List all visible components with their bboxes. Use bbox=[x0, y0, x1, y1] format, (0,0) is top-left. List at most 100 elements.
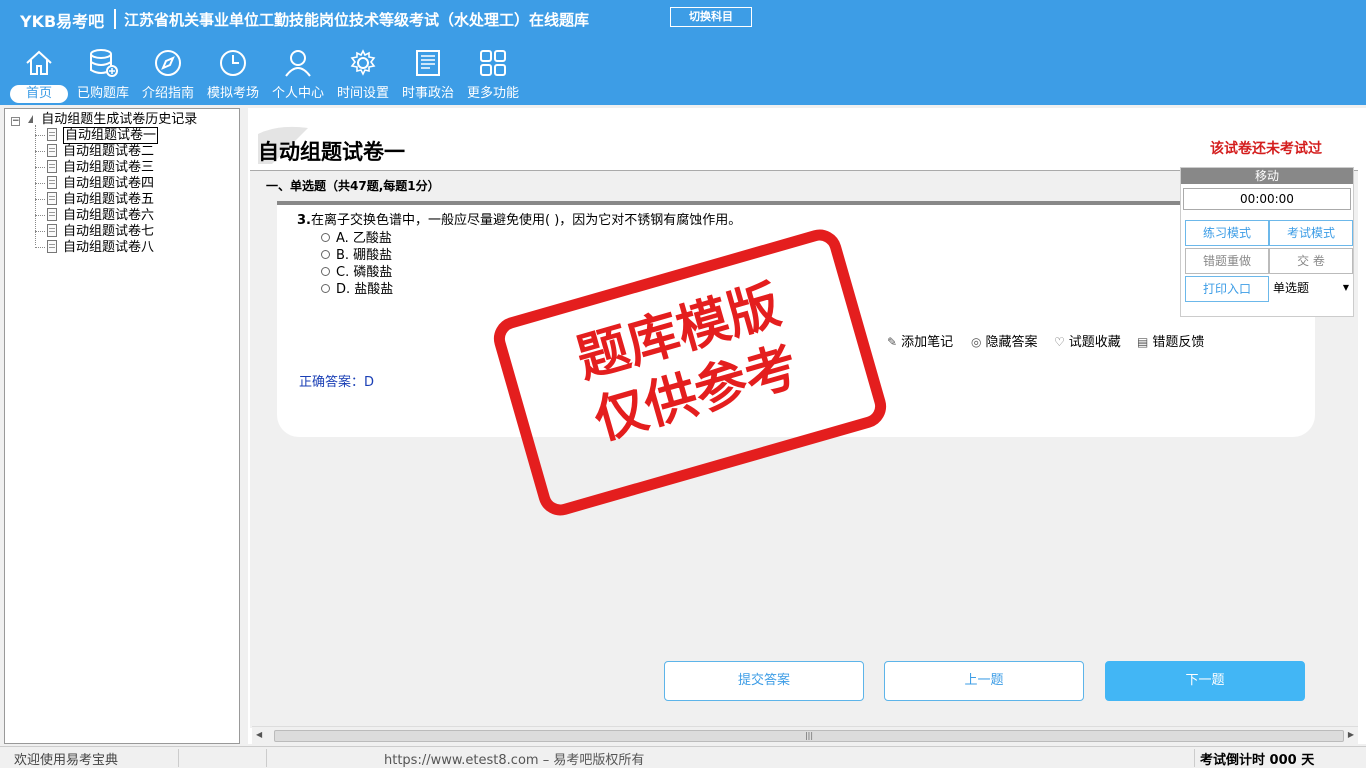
nav-time-settings[interactable]: 时间设置 bbox=[332, 48, 394, 106]
tree-branch bbox=[35, 231, 45, 232]
nav-mock-exam[interactable]: 模拟考场 bbox=[202, 48, 264, 106]
brand-separator bbox=[114, 9, 116, 29]
redo-wrong-button[interactable]: 错题重做 bbox=[1185, 248, 1269, 274]
feedback-icon: ▤ bbox=[1137, 335, 1149, 349]
nav-home[interactable]: 首页 bbox=[8, 48, 70, 106]
tree-item-label: 自动组题试卷四 bbox=[63, 176, 155, 191]
exam-countdown: 考试倒计时 000 天 bbox=[1200, 753, 1315, 768]
tree-item[interactable]: 自动组题试卷八 bbox=[47, 240, 154, 255]
favorite-button[interactable]: ♡ 试题收藏 bbox=[1054, 331, 1121, 350]
practice-mode-button[interactable]: 练习模式 bbox=[1185, 220, 1269, 246]
tree-item[interactable]: 自动组题试卷二 bbox=[47, 144, 154, 159]
nav-personal[interactable]: 个人中心 bbox=[267, 48, 329, 106]
database-icon bbox=[90, 49, 118, 77]
nav-personal-label: 个人中心 bbox=[271, 86, 324, 101]
tree-branch bbox=[35, 135, 45, 136]
grid-icon bbox=[480, 50, 506, 76]
tree-branch bbox=[35, 183, 45, 184]
nav-home-label: 首页 bbox=[10, 85, 68, 103]
app-header: YKB易考吧 江苏省机关事业单位工勤技能岗位技术等级考试（水处理工）在线题库 切… bbox=[0, 0, 1366, 105]
tree-item-label: 自动组题试卷六 bbox=[63, 208, 155, 223]
scroll-right-icon[interactable]: ▶ bbox=[1348, 730, 1354, 739]
pencil-icon: ✎ bbox=[887, 335, 898, 349]
app-title: 江苏省机关事业单位工勤技能岗位技术等级考试（水处理工）在线题库 bbox=[124, 11, 590, 29]
tree-item-label: 自动组题试卷一 bbox=[63, 127, 159, 144]
tree-root-label: 自动组题生成试卷历史记录 bbox=[41, 112, 198, 127]
radio-icon[interactable] bbox=[321, 267, 330, 276]
exam-control-panel[interactable]: 移动 00:00:00 练习模式 考试模式 错题重做 交 卷 打印入口 单选题 ▼ bbox=[1180, 167, 1354, 317]
tool-label: 隐藏答案 bbox=[985, 335, 1038, 350]
radio-icon[interactable] bbox=[321, 233, 330, 242]
nav-guide-label: 介绍指南 bbox=[141, 86, 194, 101]
heart-icon: ♡ bbox=[1054, 335, 1065, 349]
tree-item-label: 自动组题试卷二 bbox=[63, 144, 155, 159]
document-icon bbox=[47, 144, 57, 157]
hide-answer-button[interactable]: ◎ 隐藏答案 bbox=[971, 331, 1038, 350]
folder-icon bbox=[28, 115, 34, 123]
paper-status: 该试卷还未考试过 bbox=[1210, 141, 1322, 157]
compass-icon bbox=[155, 50, 181, 76]
nav-current-affairs-label: 时事政治 bbox=[401, 86, 454, 101]
prev-question-button[interactable]: 上一题 bbox=[884, 661, 1084, 701]
report-error-button[interactable]: ▤ 错题反馈 bbox=[1137, 331, 1204, 350]
switch-subject-button[interactable]: 切换科目 bbox=[670, 7, 752, 27]
next-question-button[interactable]: 下一题 bbox=[1105, 661, 1305, 701]
collapse-icon[interactable]: − bbox=[11, 117, 20, 126]
eye-icon: ◎ bbox=[971, 335, 982, 349]
tree-item[interactable]: 自动组题试卷一 bbox=[47, 127, 159, 144]
correct-answer: 正确答案：D bbox=[299, 375, 375, 390]
brand-logo: YKB易考吧 bbox=[20, 12, 105, 31]
nav-purchased-label: 已购题库 bbox=[76, 86, 129, 101]
status-separator bbox=[266, 749, 267, 767]
panel-drag-handle[interactable]: 移动 bbox=[1181, 168, 1353, 184]
print-entry-button[interactable]: 打印入口 bbox=[1185, 276, 1269, 302]
tree-root[interactable]: − 自动组题生成试卷历史记录 bbox=[11, 112, 197, 127]
submit-paper-button[interactable]: 交 卷 bbox=[1269, 248, 1353, 274]
scrollbar-thumb[interactable]: ||| bbox=[274, 730, 1344, 742]
tree-item[interactable]: 自动组题试卷三 bbox=[47, 160, 154, 175]
tree-item-label: 自动组题试卷五 bbox=[63, 192, 155, 207]
paper-history-tree[interactable]: − 自动组题生成试卷历史记录 自动组题试卷一 自动组题试卷二 自动组题试卷三 自… bbox=[4, 108, 240, 744]
tree-item[interactable]: 自动组题试卷四 bbox=[47, 176, 154, 191]
document-icon bbox=[47, 208, 57, 221]
tree-branch bbox=[35, 215, 45, 216]
question-type-value: 单选题 bbox=[1273, 281, 1310, 295]
tree-branch bbox=[35, 247, 45, 248]
nav-purchased[interactable]: 已购题库 bbox=[72, 48, 134, 106]
nav-mock-exam-label: 模拟考场 bbox=[206, 86, 259, 101]
tree-item[interactable]: 自动组题试卷六 bbox=[47, 208, 154, 223]
tool-label: 添加笔记 bbox=[901, 335, 954, 350]
option-label: D. 盐酸盐 bbox=[336, 282, 394, 297]
horizontal-scrollbar[interactable]: ◀ ||| ▶ bbox=[252, 726, 1358, 744]
question-text: 3.在离子交换色谱中，一般应尽量避免使用( )，因为它对不锈钢有腐蚀作用。 bbox=[297, 209, 741, 228]
tree-item[interactable]: 自动组题试卷五 bbox=[47, 192, 154, 207]
status-bar: 欢迎使用易考宝典 https://www.etest8.com – 易考吧版权所… bbox=[0, 746, 1366, 768]
status-copyright: https://www.etest8.com – 易考吧版权所有 bbox=[384, 753, 645, 768]
nav-current-affairs[interactable]: 时事政治 bbox=[397, 48, 459, 106]
user-icon bbox=[285, 50, 311, 77]
submit-answer-button[interactable]: 提交答案 bbox=[664, 661, 864, 701]
nav-guide[interactable]: 介绍指南 bbox=[137, 48, 199, 106]
clock-icon bbox=[220, 50, 246, 76]
scroll-left-icon[interactable]: ◀ bbox=[256, 730, 262, 739]
newspaper-icon bbox=[416, 50, 440, 76]
nav-more[interactable]: 更多功能 bbox=[462, 48, 524, 106]
tree-item[interactable]: 自动组题试卷七 bbox=[47, 224, 154, 239]
exam-timer: 00:00:00 bbox=[1183, 188, 1351, 210]
radio-icon[interactable] bbox=[321, 284, 330, 293]
exam-mode-button[interactable]: 考试模式 bbox=[1269, 220, 1353, 246]
status-separator bbox=[178, 749, 179, 767]
document-icon bbox=[47, 176, 57, 189]
tool-label: 错题反馈 bbox=[1152, 335, 1205, 350]
paper-title: 自动组题试卷一 bbox=[258, 140, 405, 164]
tool-label: 试题收藏 bbox=[1068, 335, 1121, 350]
status-separator bbox=[1194, 749, 1195, 767]
document-icon bbox=[47, 192, 57, 205]
question-type-select[interactable]: 单选题 ▼ bbox=[1269, 276, 1353, 302]
option-d[interactable]: D. 盐酸盐 bbox=[321, 278, 393, 297]
question-stem: 在离子交换色谱中，一般应尽量避免使用( )，因为它对不锈钢有腐蚀作用。 bbox=[310, 213, 742, 228]
add-note-button[interactable]: ✎ 添加笔记 bbox=[887, 331, 953, 350]
radio-icon[interactable] bbox=[321, 250, 330, 259]
tree-item-label: 自动组题试卷三 bbox=[63, 160, 155, 175]
home-icon bbox=[26, 50, 52, 75]
